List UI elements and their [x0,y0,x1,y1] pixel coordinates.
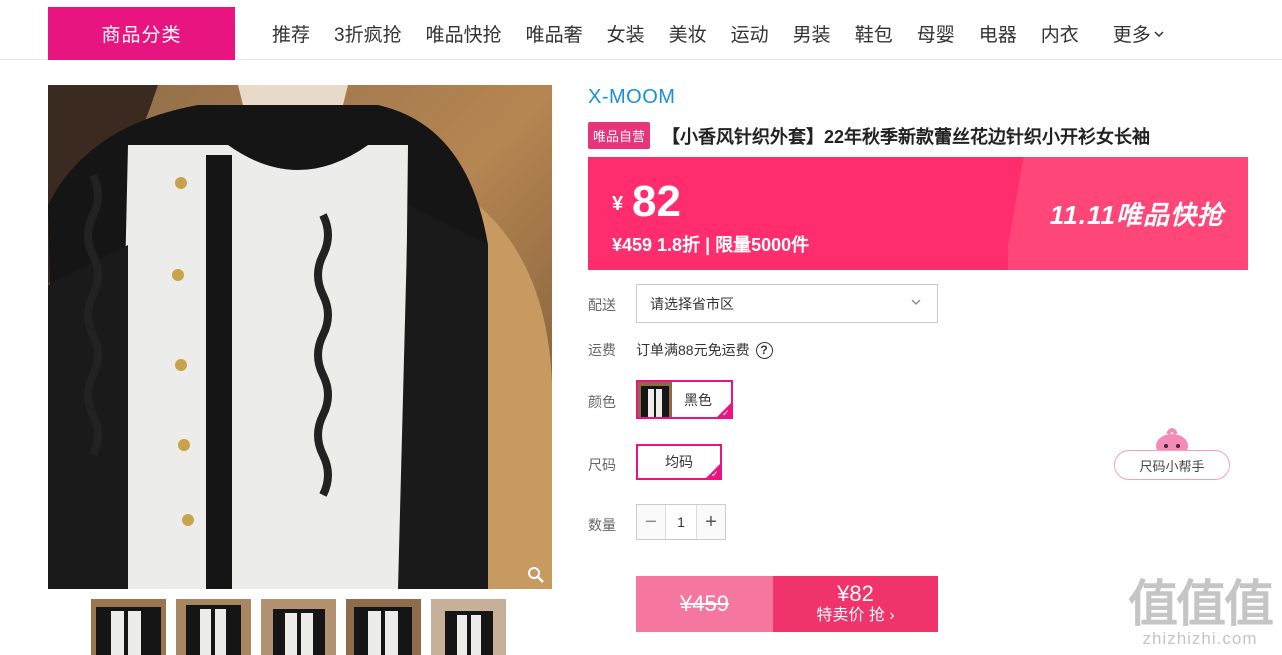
top-nav: 商品分类 推荐 3折疯抢 唯品快抢 唯品奢 女装 美妆 运动 男装 鞋包 母婴 … [0,0,1282,60]
thumbnail-strip [91,599,506,655]
nav-item-luxury[interactable]: 唯品奢 [514,20,595,47]
buy-button-group: ¥459 ¥82 特卖价 抢 › [636,576,938,632]
color-option-black[interactable]: 黑色 ✓ [636,380,733,419]
address-select[interactable]: 请选择省市区 [636,284,938,323]
thumbnail[interactable] [176,599,251,655]
chevron-down-icon [1154,30,1164,37]
flash-sale-logo: 11.11唯品快抢 [1049,200,1224,230]
original-price-button[interactable]: ¥459 [636,576,773,632]
product-main-image[interactable] [48,85,552,589]
buy-action-label: 特卖价 抢 › [816,607,895,624]
nav-item-baby[interactable]: 母婴 [905,20,967,47]
thumbnail[interactable] [431,599,506,655]
category-button[interactable]: 商品分类 [48,7,235,60]
thumbnail[interactable] [346,599,421,655]
shipping-text: 订单满88元免运费 [636,342,750,358]
selected-check-icon: ✓ [705,463,721,479]
size-helper-button[interactable]: 尺码小帮手 [1114,450,1230,480]
brand-link[interactable]: X-MOOM [588,86,675,109]
shipping-info: 订单满88元免运费 ? [636,340,773,360]
nav-items: 推荐 3折疯抢 唯品快抢 唯品奢 女装 美妆 运动 男装 鞋包 母婴 电器 内衣… [260,7,1164,60]
quantity-value[interactable]: 1 [665,505,697,539]
nav-item-women[interactable]: 女装 [595,20,657,47]
price-banner: ¥ 82 ¥459 1.8折 | 限量5000件 11.11唯品快抢 [588,157,1248,270]
price-currency: ¥ [612,193,624,215]
nav-more-label: 更多 [1112,25,1151,46]
thumbnail[interactable] [91,599,166,655]
title-row: 唯品自营 【小香风针织外套】22年秋季新款蕾丝花边针织小开衫女长袖 [588,122,1150,149]
color-label: 颜色 [588,394,616,410]
quantity-label: 数量 [588,517,616,533]
product-photo [48,85,552,589]
plus-button[interactable]: + [697,505,725,539]
thumbnail[interactable] [261,599,336,655]
product-title: 【小香风针织外套】22年秋季新款蕾丝花边针织小开衫女长袖 [662,126,1151,147]
nav-item-flash[interactable]: 唯品快抢 [414,20,514,47]
buy-now-button[interactable]: ¥82 特卖价 抢 › [773,576,938,632]
delivery-label: 配送 [588,297,616,313]
price-value: 82 [632,177,681,226]
watermark-mark: 值值值 [1128,576,1274,632]
minus-button[interactable]: − [637,505,665,539]
address-select-value: 请选择省市区 [650,295,734,312]
nav-item-sports[interactable]: 运动 [719,20,781,47]
self-operated-badge: 唯品自营 [588,122,651,149]
watermark-site: zhizhizhi.com [1142,629,1258,648]
nav-item-men[interactable]: 男装 [781,20,843,47]
nav-item-beauty[interactable]: 美妆 [657,20,719,47]
selected-check-icon: ✓ [716,402,732,418]
nav-item-recommend[interactable]: 推荐 [260,20,322,47]
nav-item-underwear[interactable]: 内衣 [1029,20,1091,47]
size-option-label: 均码 [665,454,693,470]
quantity-stepper: − 1 + [636,504,726,540]
help-icon[interactable]: ? [755,341,773,359]
zoom-icon[interactable] [526,565,546,585]
nav-item-3fold[interactable]: 3折疯抢 [322,20,414,47]
site-watermark: 值值值 zhizhizhi.com [1128,576,1274,649]
color-swatch-image [638,382,672,417]
buy-sale-price: ¥82 [837,581,874,606]
chevron-down-icon [911,299,921,305]
nav-item-shoes-bags[interactable]: 鞋包 [843,20,905,47]
price-subtext: ¥459 1.8折 | 限量5000件 [612,235,810,255]
size-label: 尺码 [588,457,616,473]
color-option-label: 黑色 [684,391,712,408]
nav-item-appliances[interactable]: 电器 [967,20,1029,47]
shipping-label: 运费 [588,342,616,358]
size-option-onesize[interactable]: 均码 ✓ [636,444,722,480]
nav-more[interactable]: 更多 [1113,20,1164,47]
